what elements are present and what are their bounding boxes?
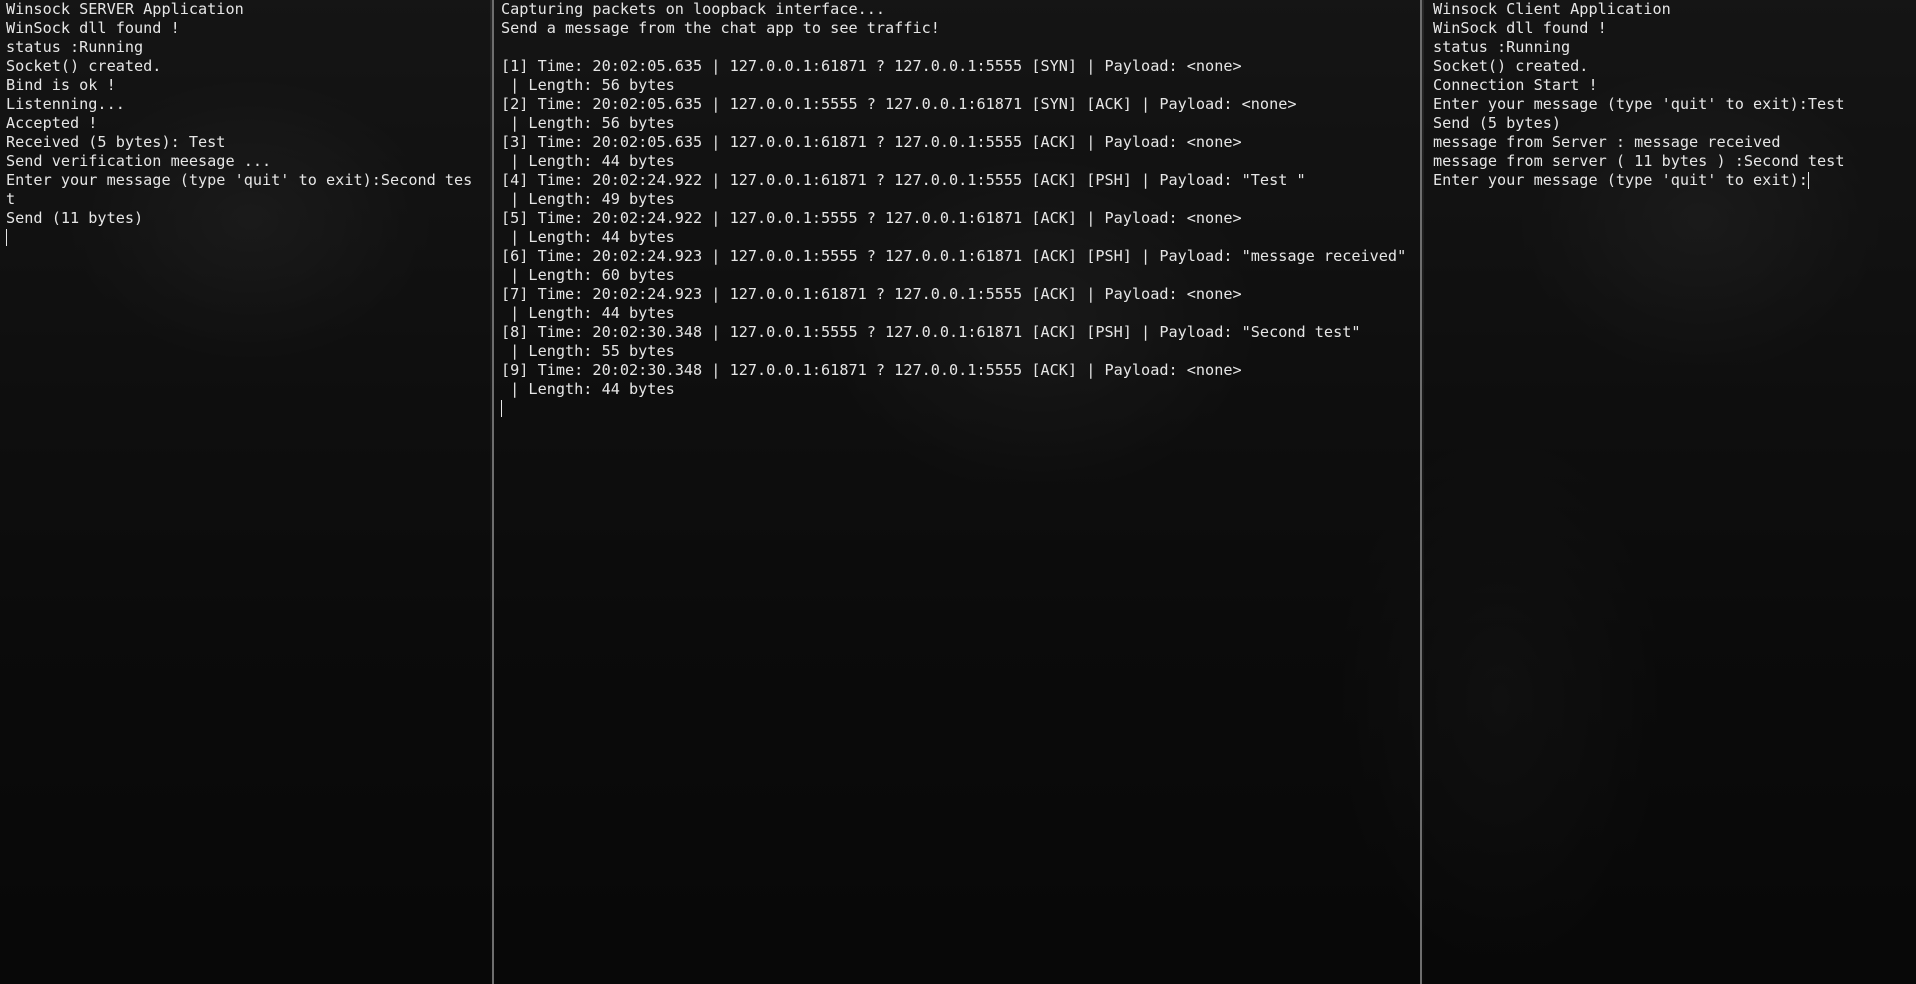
console-line: Send (11 bytes) (6, 209, 144, 227)
packet-line: [8] Time: 20:02:30.348 | 127.0.0.1:5555 … (501, 323, 1361, 341)
console-line: Winsock SERVER Application (6, 0, 244, 18)
console-line: status :Running (6, 38, 144, 56)
console-line: Received (5 bytes): Test (6, 133, 226, 151)
console-input-line[interactable] (6, 228, 484, 247)
packet-line: [5] Time: 20:02:24.922 | 127.0.0.1:5555 … (501, 209, 1242, 227)
packet-length-line: | Length: 49 bytes (501, 190, 675, 208)
text-cursor (6, 229, 7, 246)
console-line: message from server ( 11 bytes ) :Second… (1433, 152, 1845, 170)
console-line: Winsock Client Application (1433, 0, 1671, 18)
console-input-line[interactable]: Enter your message (type 'quit' to exit)… (1433, 171, 1910, 190)
packet-line: [1] Time: 20:02:05.635 | 127.0.0.1:61871… (501, 57, 1242, 75)
text-cursor (501, 400, 502, 417)
console-line: Accepted ! (6, 114, 98, 132)
console-line: Send verification meesage ... (6, 152, 272, 170)
console-line: Capturing packets on loopback interface.… (501, 0, 886, 18)
console-line: Bind is ok ! (6, 76, 116, 94)
console-line: Listenning... (6, 95, 125, 113)
console-input-line[interactable] (501, 399, 1414, 418)
console-line: status :Running (1433, 38, 1571, 56)
packet-line: [4] Time: 20:02:24.922 | 127.0.0.1:61871… (501, 171, 1306, 189)
console-line: Enter your message (type 'quit' to exit)… (1433, 95, 1845, 113)
console-line: Enter your message (type 'quit' to exit)… (6, 171, 473, 189)
console-line: message from Server : message received (1433, 133, 1781, 151)
packet-length-line: | Length: 56 bytes (501, 114, 675, 132)
packet-length-line: | Length: 44 bytes (501, 152, 675, 170)
packet-length-line: | Length: 44 bytes (501, 380, 675, 398)
console-line: t (6, 190, 16, 208)
console-prompt: Enter your message (type 'quit' to exit)… (1433, 171, 1808, 189)
console-line: WinSock dll found ! (6, 19, 180, 37)
packet-line: [7] Time: 20:02:24.923 | 127.0.0.1:61871… (501, 285, 1242, 303)
console-line: Send a message from the chat app to see … (501, 19, 940, 37)
packet-sniffer-pane[interactable]: Capturing packets on loopback interface.… (492, 0, 1422, 984)
console-line: Socket() created. (1433, 57, 1589, 75)
console-line: Socket() created. (6, 57, 162, 75)
packet-line: [6] Time: 20:02:24.923 | 127.0.0.1:5555 … (501, 247, 1407, 265)
console-line: Connection Start ! (1433, 76, 1598, 94)
packet-length-line: | Length: 44 bytes (501, 304, 675, 322)
client-console-pane[interactable]: Winsock Client Application WinSock dll f… (1424, 0, 1916, 984)
server-console-pane[interactable]: Winsock SERVER Application WinSock dll f… (0, 0, 490, 984)
packet-line: [2] Time: 20:02:05.635 | 127.0.0.1:5555 … (501, 95, 1297, 113)
text-cursor (1807, 172, 1809, 189)
packet-length-line: | Length: 55 bytes (501, 342, 675, 360)
packet-line: [3] Time: 20:02:05.635 | 127.0.0.1:61871… (501, 133, 1242, 151)
packet-length-line: | Length: 44 bytes (501, 228, 675, 246)
packet-length-line: | Length: 60 bytes (501, 266, 675, 284)
packet-line: [9] Time: 20:02:30.348 | 127.0.0.1:61871… (501, 361, 1242, 379)
console-line: WinSock dll found ! (1433, 19, 1607, 37)
packet-length-line: | Length: 56 bytes (501, 76, 675, 94)
console-line: Send (5 bytes) (1433, 114, 1562, 132)
